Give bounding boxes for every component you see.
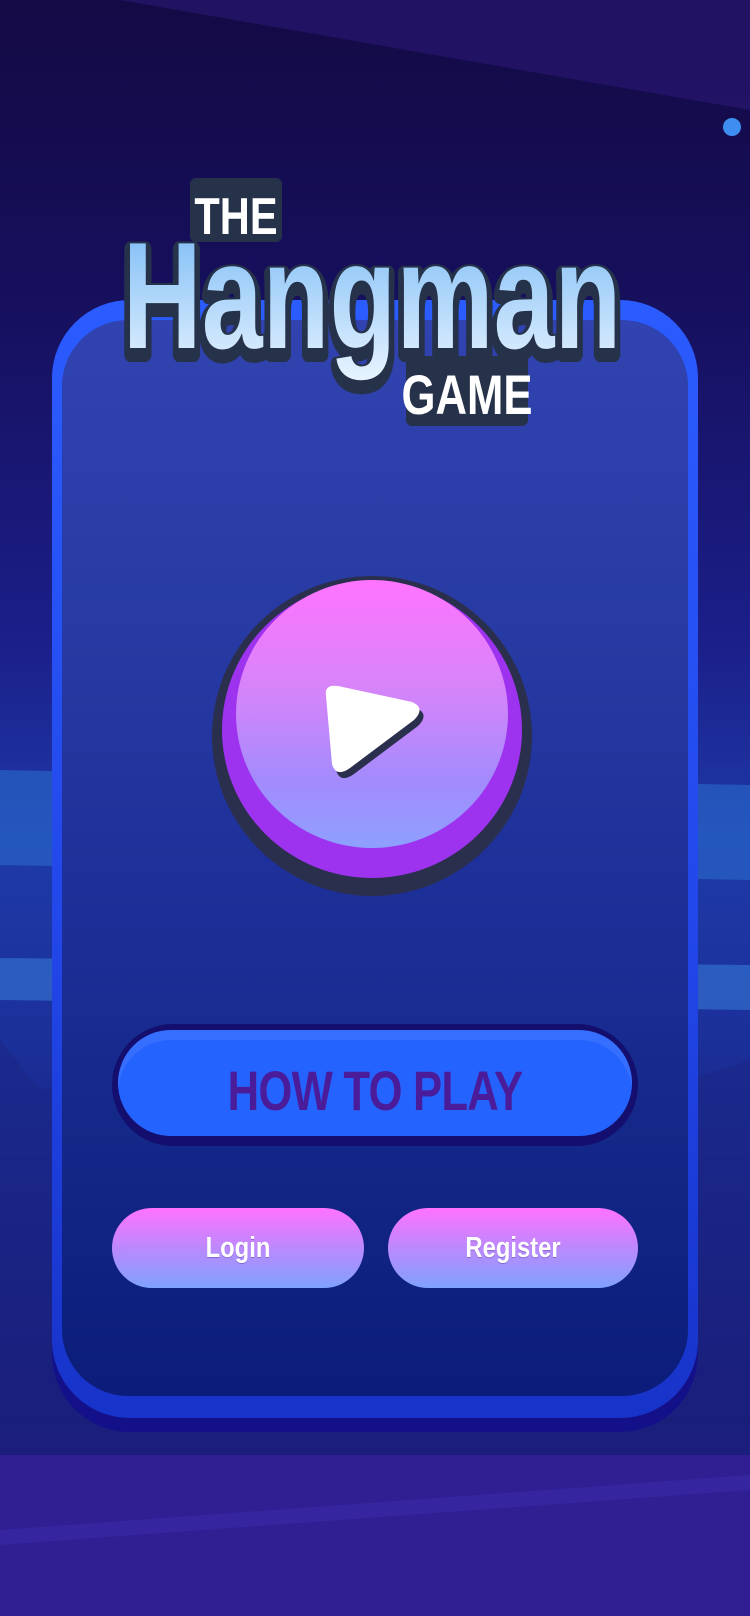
- how-to-play-button[interactable]: HOW TO PLAY: [112, 1024, 638, 1146]
- logo-game-text: GAME: [401, 364, 532, 426]
- how-to-play-label: HOW TO PLAY: [227, 1059, 524, 1122]
- register-label: Register: [465, 1232, 561, 1264]
- login-button[interactable]: Login: [112, 1208, 364, 1288]
- logo-hangman-text: Hangman: [123, 211, 622, 381]
- register-button[interactable]: Register: [388, 1208, 638, 1288]
- how-to-play-face: HOW TO PLAY: [118, 1030, 632, 1136]
- game-logo: THE Hangman Hangman GAME: [116, 178, 628, 426]
- star-decoration: [723, 118, 741, 136]
- play-icon[interactable]: [318, 684, 430, 792]
- login-label: Login: [205, 1232, 271, 1264]
